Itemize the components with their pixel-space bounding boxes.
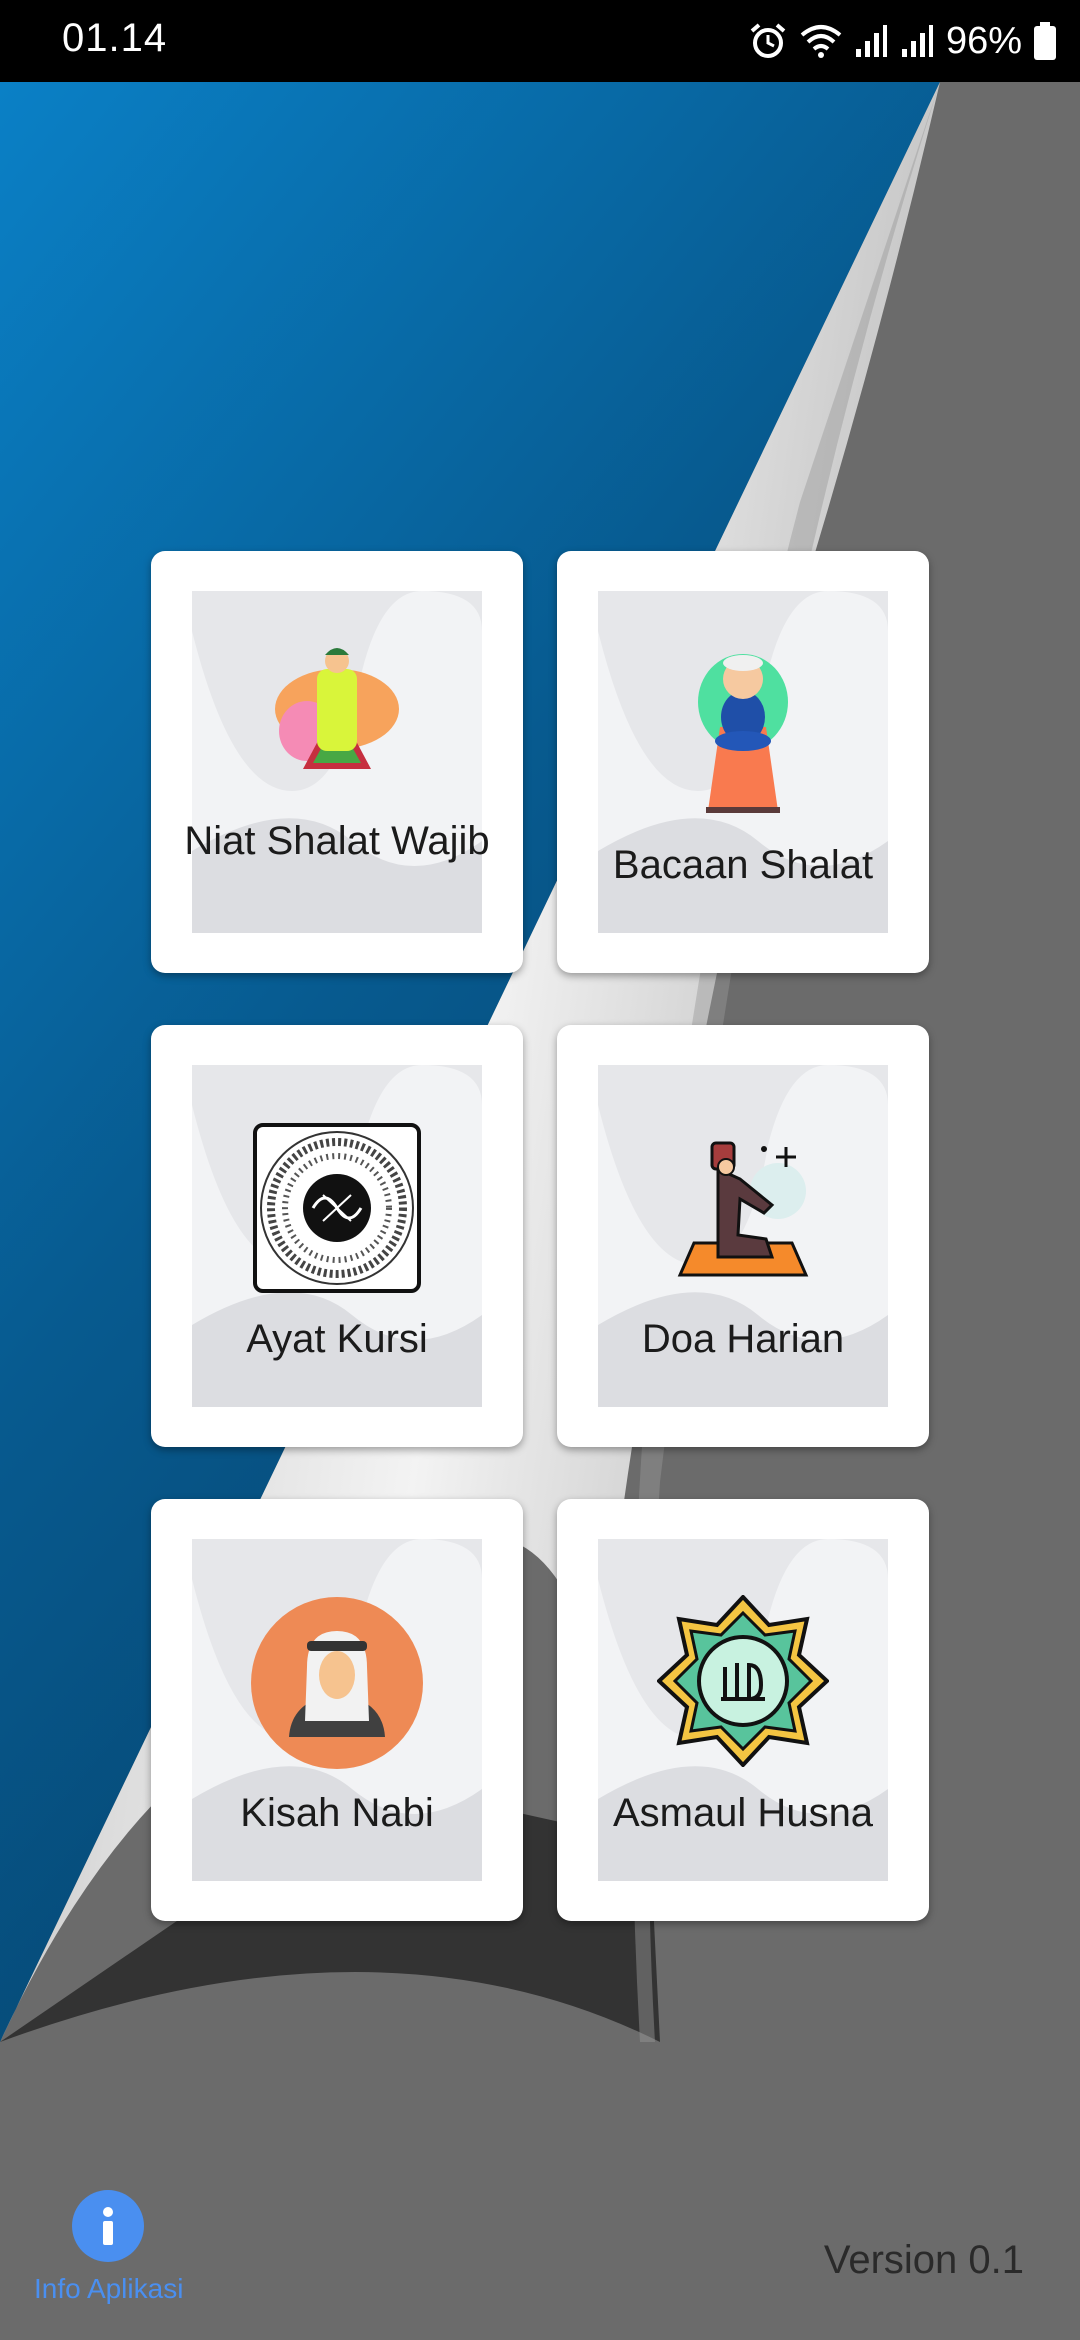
card-label: Niat Shalat Wajib bbox=[184, 819, 490, 863]
menu-card-niat-shalat-wajib[interactable]: Niat Shalat Wajib bbox=[151, 551, 523, 973]
alarm-icon bbox=[750, 23, 786, 58]
calligraphy-icon bbox=[151, 1123, 523, 1293]
dua-prayer-icon bbox=[557, 1139, 929, 1279]
wifi-icon bbox=[800, 25, 842, 58]
status-icons: 96% bbox=[748, 14, 1056, 68]
version-label: Version 0.1 bbox=[823, 2238, 1024, 2282]
menu-card-kisah-nabi[interactable]: Kisah Nabi bbox=[151, 1499, 523, 1921]
status-bar: 01.14 96% bbox=[0, 0, 1080, 82]
card-label: Kisah Nabi bbox=[240, 1791, 434, 1835]
menu-card-bacaan-shalat[interactable]: Bacaan Shalat bbox=[557, 551, 929, 973]
praying-man-icon bbox=[151, 639, 523, 779]
prophet-icon bbox=[151, 1597, 523, 1769]
menu-card-doa-harian[interactable]: Doa Harian bbox=[557, 1025, 929, 1447]
card-label: Asmaul Husna bbox=[612, 1791, 874, 1835]
battery-icon bbox=[1034, 22, 1056, 60]
info-aplikasi-link[interactable]: Info Aplikasi bbox=[34, 2273, 183, 2305]
status-time: 01.14 bbox=[62, 16, 168, 60]
card-label: Doa Harian bbox=[641, 1317, 845, 1361]
card-label: Bacaan Shalat bbox=[612, 843, 874, 887]
info-icon bbox=[103, 2207, 113, 2245]
card-label: Ayat Kursi bbox=[246, 1317, 428, 1361]
battery-level: 96% bbox=[945, 19, 1022, 62]
info-button[interactable] bbox=[72, 2190, 144, 2262]
signal-icon bbox=[855, 25, 887, 57]
allah-calligraphy-icon bbox=[557, 1595, 929, 1767]
signal-icon bbox=[901, 25, 933, 57]
menu-card-ayat-kursi[interactable]: Ayat Kursi bbox=[151, 1025, 523, 1447]
sitting-prayer-icon bbox=[557, 647, 929, 817]
menu-card-asmaul-husna[interactable]: Asmaul Husna bbox=[557, 1499, 929, 1921]
